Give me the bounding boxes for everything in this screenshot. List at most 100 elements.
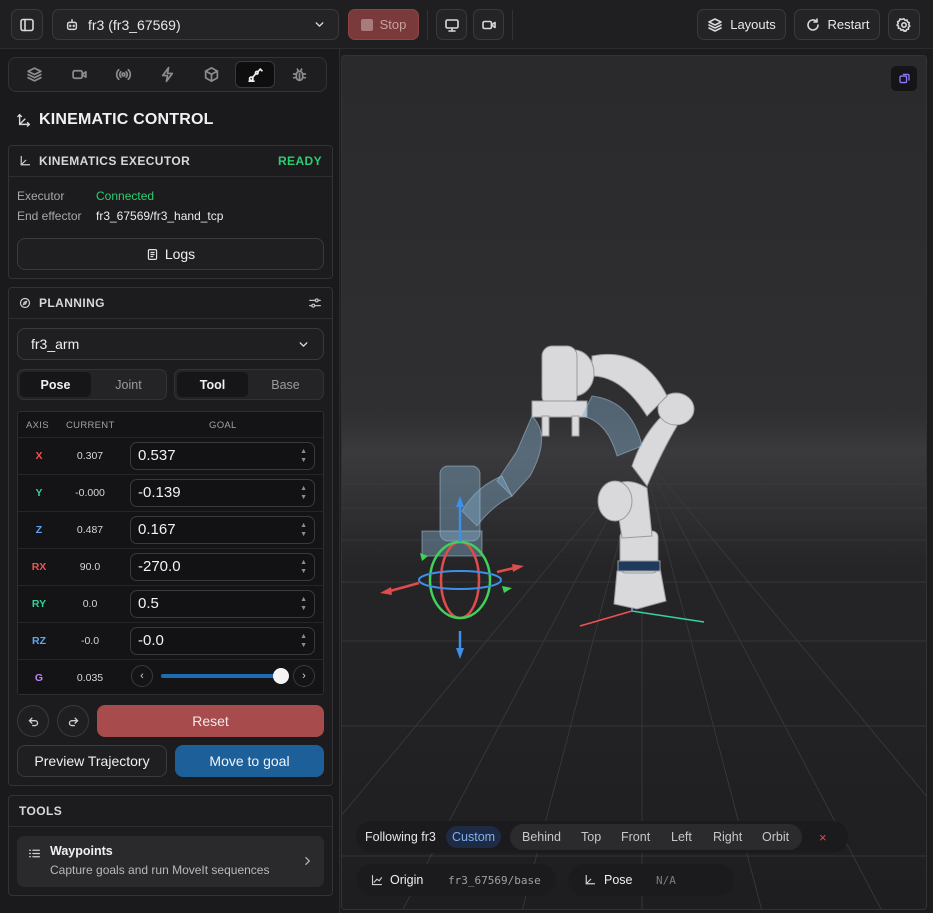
- robot-link-5: [541, 345, 578, 407]
- preview-trajectory-button[interactable]: Preview Trajectory: [17, 745, 167, 777]
- spinner-icon[interactable]: ▲ ▼: [300, 484, 307, 502]
- axis-current: 0.035: [76, 672, 104, 684]
- tab-layers[interactable]: [14, 61, 54, 88]
- executor-card-header: KINEMATICS EXECUTOR READY: [9, 146, 332, 177]
- 3d-viewport[interactable]: Following fr3 Custom Behind Top Front Le…: [341, 55, 927, 910]
- axis-row-rx: RX 90.0 -270.0 ▲ ▼: [18, 548, 323, 585]
- spinner-icon[interactable]: ▲ ▼: [300, 632, 307, 650]
- axis-current: 0.307: [76, 450, 104, 462]
- divider: [512, 10, 513, 40]
- tab-models[interactable]: [191, 61, 231, 88]
- axis-row-gripper: G 0.035 ‹ ›: [18, 659, 323, 696]
- view-front[interactable]: Front: [621, 830, 650, 844]
- top-bar: fr3 (fr3_67569) Stop Layouts Restart: [0, 0, 933, 49]
- cube-icon: [204, 67, 218, 82]
- pose-label: Pose: [604, 873, 633, 887]
- view-custom[interactable]: Custom: [446, 826, 502, 848]
- robot-finger-right: [571, 415, 580, 437]
- axis-name: X: [35, 450, 43, 462]
- axis-name: Y: [35, 487, 43, 499]
- spinner-icon[interactable]: ▲ ▼: [300, 558, 307, 576]
- view-options-button[interactable]: [891, 66, 917, 91]
- planning-group-value: fr3_arm: [31, 336, 80, 352]
- mode-toggle: Pose Joint: [17, 369, 167, 400]
- spinner-icon[interactable]: ▲ ▼: [300, 521, 307, 539]
- close-icon[interactable]: ×: [819, 830, 827, 845]
- restart-label: Restart: [827, 17, 870, 32]
- waypoints-title: Waypoints: [50, 844, 113, 858]
- tools-card-header: TOOLS: [9, 796, 332, 827]
- restart-button[interactable]: Restart: [794, 9, 880, 40]
- gripper-increase-button[interactable]: ›: [293, 665, 315, 687]
- view-behind[interactable]: Behind: [522, 830, 561, 844]
- spinner-icon[interactable]: ▲ ▼: [300, 447, 307, 465]
- divider: [427, 10, 428, 40]
- axis-row-x: X 0.307 0.537 ▲ ▼: [18, 437, 323, 474]
- move-to-goal-button[interactable]: Move to goal: [175, 745, 324, 777]
- planning-card-header: PLANNING: [9, 288, 332, 319]
- gear-icon: [896, 17, 911, 32]
- frame-toggle: Tool Base: [174, 369, 324, 400]
- origin-value: fr3_67569/base: [448, 873, 541, 887]
- goal-input-rx[interactable]: -270.0 ▲ ▼: [130, 553, 315, 581]
- logs-label: Logs: [164, 246, 196, 262]
- planning-group-select[interactable]: fr3_arm: [17, 328, 324, 360]
- goal-input-z[interactable]: 0.167 ▲ ▼: [130, 516, 315, 544]
- robot-joint-band: [617, 560, 661, 572]
- video-icon: [481, 20, 496, 29]
- sliders-icon[interactable]: [308, 296, 322, 310]
- monitor-button[interactable]: [436, 9, 467, 40]
- view-right[interactable]: Right: [713, 830, 742, 844]
- stop-icon: [360, 18, 373, 31]
- logs-button[interactable]: Logs: [17, 238, 324, 270]
- axis-name: RY: [31, 598, 47, 610]
- frame-tool[interactable]: Tool: [177, 372, 248, 397]
- undo-button[interactable]: [17, 705, 49, 737]
- tab-signals[interactable]: [103, 61, 143, 88]
- axis-current: 0.0: [82, 598, 98, 610]
- scene-canvas[interactable]: [342, 56, 927, 910]
- axis-row-y: Y -0.000 -0.139 ▲ ▼: [18, 474, 323, 511]
- stop-button[interactable]: Stop: [348, 9, 419, 40]
- waypoints-item[interactable]: Waypoints Capture goals and run MoveIt s…: [17, 836, 324, 887]
- axis-row-z: Z 0.487 0.167 ▲ ▼: [18, 511, 323, 548]
- camera-button[interactable]: [473, 9, 504, 40]
- robot-arm-icon: [247, 68, 263, 82]
- tab-kinematics[interactable]: [235, 61, 275, 88]
- goal-column-header: GOAL: [209, 420, 237, 431]
- planning-title: PLANNING: [39, 296, 105, 310]
- gripper-slider-fill: [161, 674, 281, 678]
- layouts-button[interactable]: Layouts: [697, 9, 786, 40]
- status-badge: READY: [277, 154, 322, 168]
- tab-debug[interactable]: [279, 61, 319, 88]
- axis-chart-icon: [371, 874, 383, 886]
- goal-input-x[interactable]: 0.537 ▲ ▼: [130, 442, 315, 470]
- redo-button[interactable]: [57, 705, 89, 737]
- layers-icon: [26, 67, 42, 82]
- frame-base[interactable]: Base: [250, 372, 321, 397]
- mode-joint[interactable]: Joint: [93, 372, 164, 397]
- goal-value: -0.139: [138, 484, 181, 501]
- lightning-icon: [161, 66, 173, 83]
- gripper-slider-track[interactable]: [161, 668, 289, 684]
- gripper-decrease-button[interactable]: ‹: [131, 665, 153, 687]
- settings-button[interactable]: [888, 9, 920, 40]
- tab-power[interactable]: [147, 61, 187, 88]
- view-left[interactable]: Left: [671, 830, 692, 844]
- camera-controls: Following fr3 Custom Behind Top Front Le…: [356, 821, 848, 853]
- mode-pose[interactable]: Pose: [20, 372, 91, 397]
- gripper-slider-thumb[interactable]: [272, 668, 289, 684]
- view-top[interactable]: Top: [581, 830, 601, 844]
- reset-button[interactable]: Reset: [97, 705, 324, 737]
- axis-arrow-icon: [585, 874, 596, 885]
- spinner-icon[interactable]: ▲ ▼: [300, 595, 307, 613]
- tab-camera[interactable]: [59, 61, 99, 88]
- view-orbit[interactable]: Orbit: [762, 830, 789, 844]
- goal-input-ry[interactable]: 0.5 ▲ ▼: [130, 590, 315, 618]
- robot-select[interactable]: fr3 (fr3_67569): [52, 9, 339, 40]
- goal-input-rz[interactable]: -0.0 ▲ ▼: [130, 627, 315, 655]
- robot-finger-left: [541, 415, 550, 437]
- monitor-icon: [444, 18, 459, 32]
- goal-input-y[interactable]: -0.139 ▲ ▼: [130, 479, 315, 507]
- sidebar-toggle-button[interactable]: [11, 9, 43, 40]
